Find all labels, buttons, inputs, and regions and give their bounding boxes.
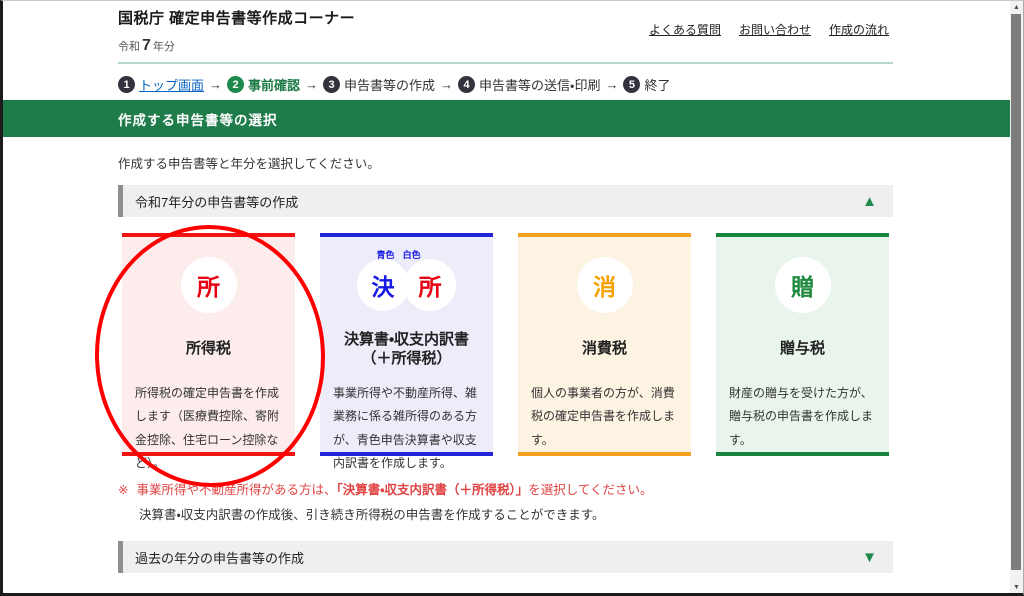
page-title-banner: 作成する申告書等の選択 (3, 100, 1013, 137)
section-past-years-title: 過去の年分の申告書等の作成 (135, 548, 304, 567)
blue-return-label: 青色 (377, 248, 395, 261)
income-icon: 所 (404, 259, 456, 311)
gift-tax-title: 贈与税 (780, 339, 825, 359)
consumption-tax-description: 個人の事業者の方が、消費税の確定申告書を作成します。 (518, 382, 691, 452)
card-gift-tax[interactable]: 贈 贈与税 財産の贈与を受けた方が、贈与税の申告書を作成します。 (716, 233, 889, 456)
note-pre: 事業所得や不動産所得がある方は、 (136, 483, 336, 497)
instruction-text: 作成する申告書等と年分を選択してください。 (118, 153, 893, 172)
card-income-tax[interactable]: 所 所得税 所得税の確定申告書を作成します（医療費控除、寄附金控除、住宅ローン控… (122, 233, 295, 456)
header-area: 国税庁 確定申告書等作成コーナー 令和7年分 1 トップ画面 → 2 事前確認 … (118, 1, 893, 94)
step-create: 3 申告書等の作成 (323, 75, 435, 94)
financial-statement-badge-area: 青色 白色 決 所 (320, 252, 493, 318)
era-year: 7 (142, 37, 151, 54)
section-past-years[interactable]: 過去の年分の申告書等の作成 ▼ (118, 541, 893, 573)
income-tax-icon: 所 (181, 257, 237, 313)
step-precheck-label: 事前確認 (248, 75, 300, 94)
income-tax-description: 所得税の確定申告書を作成します（医療費控除、寄附金控除、住宅ローン控除など）。 (122, 382, 295, 476)
financial-statement-description: 事業所得や不動産所得、雑業務に係る雑所得のある方が、青色申告決算書や収支内訳書を… (320, 382, 493, 476)
step-navigation: 1 トップ画面 → 2 事前確認 → 3 申告書等の作成 → 4 申告書等の送信… (118, 75, 893, 94)
selection-note: ※ 事業所得や不動産所得がある方は、「決算書・収支内訳書（＋所得税）」を選択して… (118, 478, 653, 528)
income-kanji: 所 (197, 268, 220, 302)
financial-statement-title2: （＋所得税） (361, 349, 451, 369)
era-suffix: 年分 (153, 41, 175, 53)
note-info-line: 決算書・収支内訳書の作成後、引き続き所得税の申告書を作成することができます。 (139, 503, 653, 528)
header-separator (118, 62, 893, 64)
note-warning-line: ※ 事業所得や不動産所得がある方は、「決算書・収支内訳書（＋所得税）」を選択して… (118, 478, 653, 503)
step-send-print: 4 申告書等の送信・印刷 (458, 75, 600, 94)
expand-triangle-icon[interactable]: ▼ (862, 550, 877, 565)
step-1-badge: 1 (118, 76, 135, 93)
step-5-badge: 5 (623, 76, 640, 93)
step-4-badge: 4 (458, 76, 475, 93)
income-kanji: 所 (419, 268, 442, 302)
step-top-link[interactable]: トップ画面 (139, 75, 204, 94)
white-return-label: 白色 (403, 248, 421, 261)
tax-card-row: 所 所得税 所得税の確定申告書を作成します（医療費控除、寄附金控除、住宅ローン控… (122, 233, 889, 456)
note-warning-text: 事業所得や不動産所得がある方は、「決算書・収支内訳書（＋所得税）」を選択してくだ… (136, 478, 652, 503)
step-arrow: → (305, 77, 318, 92)
color-type-labels: 青色 白色 (377, 248, 421, 261)
scrollbar-thumb[interactable] (1011, 14, 1021, 570)
step-finish: 5 終了 (623, 75, 670, 94)
vertical-scrollbar[interactable]: ▲ ▼ (1010, 1, 1023, 593)
gift-tax-description: 財産の贈与を受けた方が、贈与税の申告書を作成します。 (716, 382, 889, 452)
statement-kanji: 決 (372, 268, 395, 302)
step-precheck: 2 事前確認 (227, 75, 300, 94)
step-arrow: → (440, 77, 453, 92)
income-tax-title: 所得税 (186, 339, 231, 359)
era-line: 令和7年分 (118, 37, 893, 55)
note-emphasis: 「決算書・収支内訳書（＋所得税）」 (337, 483, 529, 497)
financial-statement-title: 決算書・収支内訳書 (344, 330, 469, 350)
collapse-triangle-icon[interactable]: ▲ (862, 194, 877, 209)
step-top: 1 トップ画面 (118, 75, 204, 94)
gift-tax-icon: 贈 (775, 257, 831, 313)
note-post: を選択してください。 (528, 483, 652, 497)
consumption-tax-icon: 消 (577, 257, 633, 313)
faq-link[interactable]: よくある質問 (649, 21, 721, 38)
flow-link[interactable]: 作成の流れ (829, 21, 889, 38)
step-arrow: → (605, 77, 618, 92)
scrollbar-up-arrow-icon[interactable]: ▲ (1010, 1, 1023, 13)
consumption-tax-badge-area: 消 (518, 252, 691, 318)
step-send-print-label: 申告書等の送信・印刷 (479, 75, 600, 94)
gift-tax-badge-area: 贈 (716, 252, 889, 318)
contact-link[interactable]: お問い合わせ (739, 21, 811, 38)
consumption-tax-title: 消費税 (582, 339, 627, 359)
consumption-kanji: 消 (593, 268, 616, 302)
header-links: よくある質問 お問い合わせ 作成の流れ (649, 21, 889, 38)
step-arrow: → (209, 77, 222, 92)
step-3-badge: 3 (323, 76, 340, 93)
card-financial-statement[interactable]: 青色 白色 決 所 決算書・収支内訳書 （＋所得税） 事業所得や不動産所得、雑業… (320, 233, 493, 456)
section-current-year-title: 令和7年分の申告書等の作成 (135, 192, 298, 211)
gift-kanji: 贈 (791, 268, 814, 302)
card-consumption-tax[interactable]: 消 消費税 個人の事業者の方が、消費税の確定申告書を作成します。 (518, 233, 691, 456)
note-marker: ※ (118, 478, 128, 503)
browser-page: 国税庁 確定申告書等作成コーナー 令和7年分 1 トップ画面 → 2 事前確認 … (0, 0, 1024, 596)
section-current-year[interactable]: 令和7年分の申告書等の作成 ▲ (118, 185, 893, 217)
scrollbar-down-arrow-icon[interactable]: ▼ (1010, 581, 1023, 593)
income-tax-badge-area: 所 (122, 252, 295, 318)
era-prefix: 令和 (118, 41, 140, 53)
step-finish-label: 終了 (644, 75, 670, 94)
step-create-label: 申告書等の作成 (344, 75, 435, 94)
statement-icon: 決 (357, 259, 409, 311)
page-title: 作成する申告書等の選択 (118, 109, 278, 129)
step-2-badge: 2 (227, 76, 244, 93)
